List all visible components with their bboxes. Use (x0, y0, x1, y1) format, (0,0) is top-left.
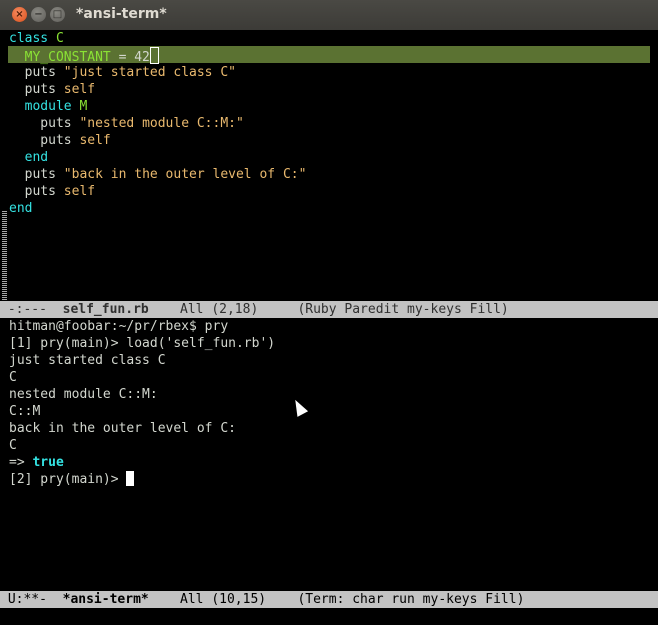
editor-line: module M (9, 98, 88, 115)
terminal-line: C (9, 369, 17, 386)
terminal-line: hitman@foobar:~/pr/rbex$ pry (9, 318, 228, 335)
text-cursor (149, 47, 159, 64)
editor-line: end (9, 149, 49, 166)
editor-token: puts (9, 167, 64, 182)
editor-token: puts (9, 82, 64, 97)
terminal-token: back in the outer level of C: (9, 421, 236, 436)
terminal-line: C::M (9, 403, 40, 420)
editor-line: MY_CONSTANT = 42 (9, 47, 159, 65)
editor-token: self (79, 133, 111, 148)
modeline-modes: (Ruby Paredit my-keys Fill) (297, 302, 509, 317)
modeline-status: -:--- (0, 302, 63, 317)
editor-token: puts (9, 65, 64, 80)
editor-token: = 42 (110, 50, 150, 65)
terminal-line: => true (9, 454, 64, 471)
editor-token (48, 31, 56, 46)
editor-token: "nested module C::M:" (79, 116, 244, 131)
maximize-button[interactable]: □ (50, 7, 65, 22)
editor-line: puts self (9, 81, 95, 98)
editor-token: module (9, 99, 72, 114)
terminal-line: back in the outer level of C: (9, 420, 236, 437)
editor-token: MY_CONSTANT (9, 50, 111, 65)
editor-token: self (63, 82, 96, 97)
editor-token: self (63, 184, 96, 199)
editor-token: puts (9, 184, 64, 199)
modeline-buffer-name: *ansi-term* (62, 592, 149, 607)
editor-line: end (9, 200, 32, 217)
modeline-buffer-name: self_fun.rb (62, 302, 149, 317)
terminal-token: [1] pry(main)> load('self_fun.rb') (9, 336, 276, 351)
editor-token: M (79, 99, 88, 114)
terminal-token: C (9, 438, 17, 453)
terminal-token: true (32, 455, 64, 470)
editor-line: class C (9, 30, 64, 47)
editor-token: "back in the outer level of C:" (63, 167, 307, 182)
modeline-top: -:--- self_fun.rb All (2,18) (Ruby Pared… (0, 301, 658, 318)
editor-token: class (9, 31, 49, 46)
close-button[interactable]: × (12, 7, 27, 22)
terminal-token: [2] pry(main)> (9, 472, 127, 487)
terminal-line: [1] pry(main)> load('self_fun.rb') (9, 335, 275, 352)
terminal-line: nested module C::M: (9, 386, 158, 403)
terminal-token: C (9, 370, 17, 385)
window-title: *ansi-term* (76, 6, 167, 22)
modeline-position: All (10,15) (148, 592, 298, 607)
editor-token: C (55, 31, 64, 46)
modeline-status: U:**- (0, 592, 63, 607)
editor-pane[interactable]: class C MY_CONSTANT = 42 puts "just star… (0, 30, 658, 301)
editor-line: puts "back in the outer level of C:" (9, 166, 307, 183)
modeline-bottom: U:**- *ansi-term* All (10,15) (Term: cha… (0, 591, 658, 608)
terminal-line: [2] pry(main)> (9, 471, 135, 488)
editor-fringe (2, 210, 7, 301)
editor-line: puts "just started class C" (9, 64, 236, 81)
editor-token: "just started class C" (63, 65, 236, 80)
text-cursor (126, 471, 135, 486)
editor-token: puts (9, 116, 80, 131)
editor-line: puts self (9, 183, 95, 200)
modeline-position: All (2,18) (148, 302, 298, 317)
editor-token: puts (9, 133, 80, 148)
terminal-token: just started class C (9, 353, 166, 368)
minibuffer[interactable] (0, 608, 658, 625)
terminal-token: => (9, 455, 33, 470)
modeline-modes: (Term: char run my-keys Fill) (297, 592, 525, 607)
editor-line: puts self (9, 132, 111, 149)
minimize-button[interactable]: − (31, 7, 46, 22)
editor-line: puts "nested module C::M:" (9, 115, 244, 132)
window-titlebar: × − □ *ansi-term* (0, 0, 658, 30)
editor-token: end (9, 150, 49, 165)
terminal-token: nested module C::M: (9, 387, 158, 402)
terminal-token: hitman@foobar:~/pr/rbex$ pry (9, 319, 229, 334)
terminal-line: just started class C (9, 352, 166, 369)
editor-token: end (9, 201, 33, 216)
terminal-line: C (9, 437, 17, 454)
terminal-pane[interactable]: hitman@foobar:~/pr/rbex$ pry [1] pry(main… (0, 318, 658, 591)
terminal-token: C::M (9, 404, 41, 419)
